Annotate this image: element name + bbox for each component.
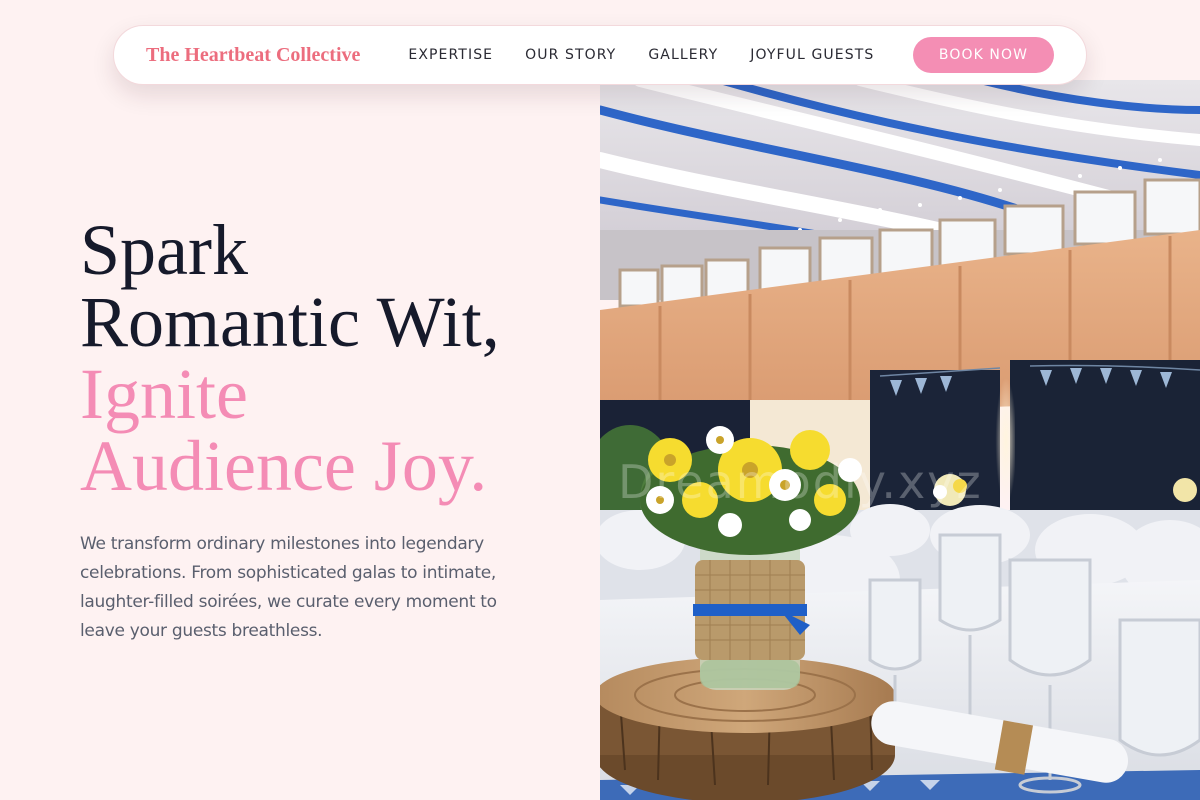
hero-title: Spark Romantic Wit, Ignite Audience Joy. (80, 214, 500, 502)
hero-title-line-1: Spark (80, 210, 248, 290)
book-now-button[interactable]: BOOK NOW (913, 37, 1054, 73)
hero-image (600, 80, 1200, 800)
hero-title-accent-line-2: Audience Joy. (80, 426, 488, 506)
nav-links: EXPERTISE OUR STORY GALLERY JOYFUL GUEST… (408, 47, 906, 63)
hero-title-accent-line-1: Ignite (80, 354, 248, 434)
hero-title-line-2: Romantic Wit, (80, 282, 500, 362)
brand-logo[interactable]: The Heartbeat Collective (146, 44, 360, 67)
nav-link-gallery[interactable]: GALLERY (648, 47, 718, 63)
top-nav: The Heartbeat Collective EXPERTISE OUR S… (113, 25, 1087, 85)
nav-link-joyful-guests[interactable]: JOYFUL GUESTS (750, 47, 874, 63)
nav-link-expertise[interactable]: EXPERTISE (408, 47, 493, 63)
hero-description: We transform ordinary milestones into le… (80, 534, 497, 641)
reception-hall-photo (600, 80, 1200, 800)
nav-link-our-story[interactable]: OUR STORY (525, 47, 616, 63)
image-watermark: Dreamodly.xyz (618, 455, 983, 509)
